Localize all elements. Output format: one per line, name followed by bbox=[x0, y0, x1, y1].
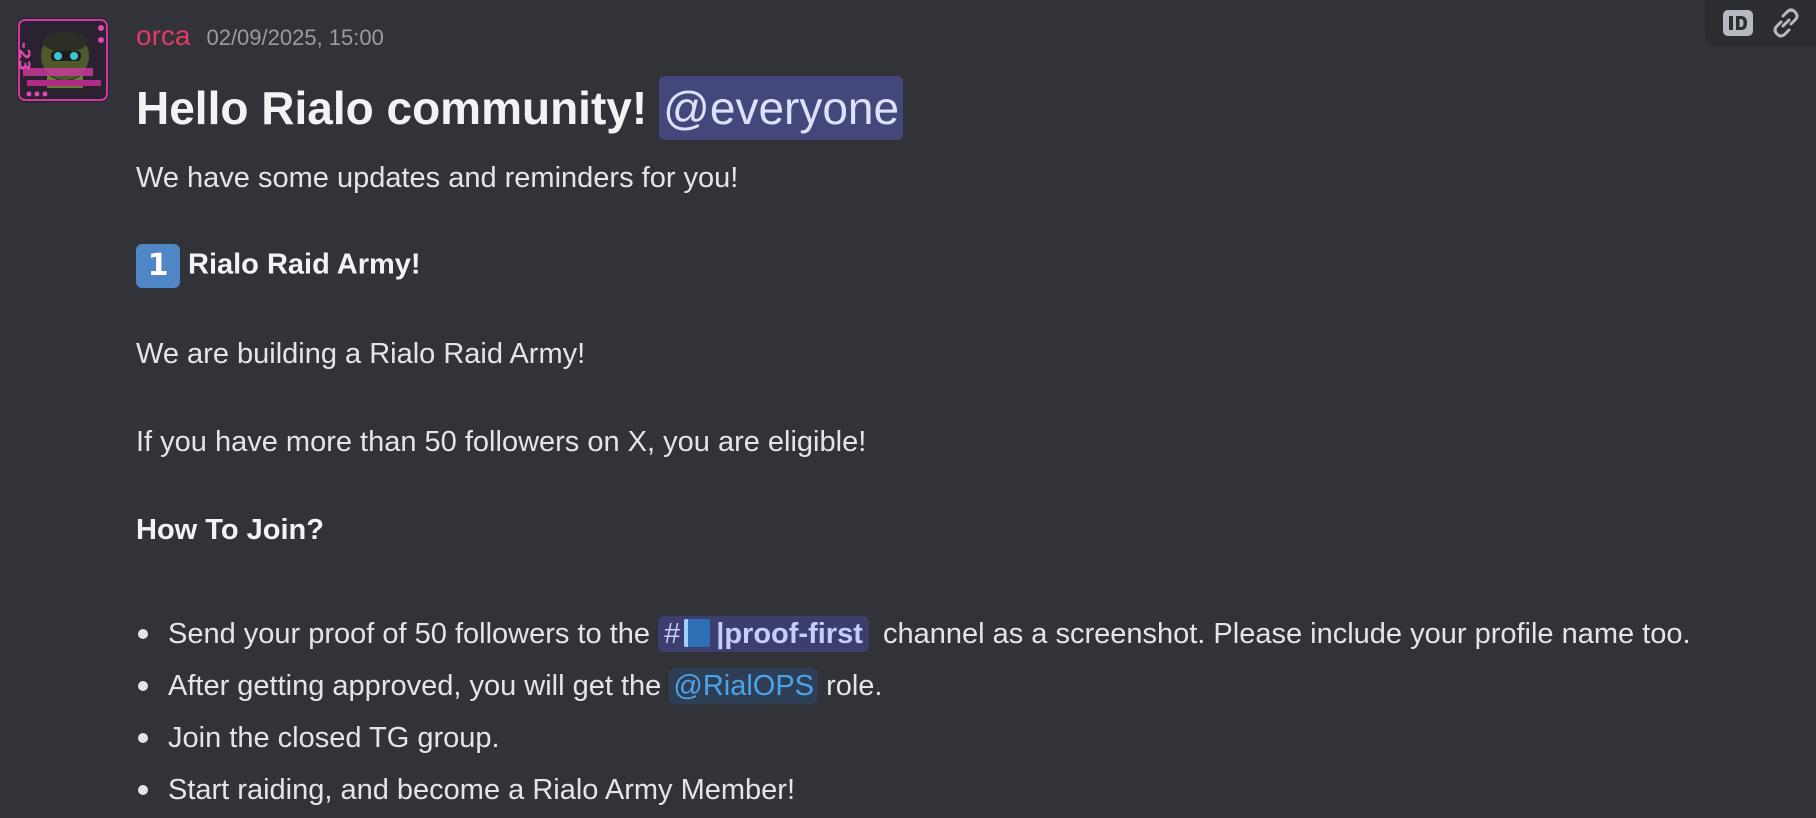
everyone-mention[interactable]: @everyone bbox=[659, 76, 904, 140]
book-icon bbox=[684, 619, 711, 647]
how-to-join-heading: How To Join? bbox=[136, 514, 324, 546]
bullet-dot bbox=[138, 733, 148, 743]
list-item-text: role. bbox=[826, 670, 883, 702]
list-item-text: Join the closed TG group. bbox=[168, 722, 500, 754]
section-heading: 1 Rialo Raid Army! bbox=[136, 244, 421, 288]
list-item: Send your proof of 50 followers to the #… bbox=[136, 608, 1691, 660]
message-timestamp[interactable]: 02/09/2025, 15:00 bbox=[206, 25, 383, 51]
list-item-text: Send your proof of 50 followers to the bbox=[168, 618, 651, 650]
channel-name: |proof-first bbox=[716, 618, 863, 650]
list-item-text: Start raiding, and become a Rialo Army M… bbox=[168, 774, 795, 806]
bullet-dot bbox=[138, 629, 148, 639]
join-steps-list: Send your proof of 50 followers to the #… bbox=[136, 608, 1691, 816]
message-heading: Hello Rialo community! @everyone bbox=[136, 76, 904, 140]
paragraph-raid-army: We are building a Rialo Raid Army! bbox=[136, 338, 586, 370]
heading-text: Hello Rialo community! bbox=[136, 82, 648, 134]
message-content: orca 02/09/2025, 15:00 Hello Rialo commu… bbox=[136, 20, 1806, 806]
list-item: Join the closed TG group. bbox=[136, 712, 1691, 764]
username[interactable]: orca bbox=[136, 20, 190, 52]
hash-icon: # bbox=[664, 618, 681, 650]
list-item-text: channel as a screenshot. Please include … bbox=[882, 618, 1691, 650]
list-item: After getting approved, you will get the… bbox=[136, 660, 1691, 712]
bullet-dot bbox=[138, 785, 148, 795]
chat-message: -23 orca 02/09/2025, 15:00 Hello Rialo c… bbox=[0, 0, 1816, 818]
list-item-text: After getting approved, you will get the bbox=[168, 670, 662, 702]
message-header: orca 02/09/2025, 15:00 bbox=[136, 20, 1806, 60]
role-mention-rialops[interactable]: @RialOPS bbox=[669, 668, 819, 704]
keycap-one-icon: 1 bbox=[136, 244, 180, 288]
svg-text:-23: -23 bbox=[17, 42, 34, 71]
list-item: Start raiding, and become a Rialo Army M… bbox=[136, 764, 1691, 816]
user-avatar[interactable]: -23 bbox=[17, 18, 109, 102]
avatar-image: -23 bbox=[17, 18, 109, 102]
section-title: Rialo Raid Army! bbox=[188, 248, 421, 281]
paragraph-eligibility: If you have more than 50 followers on X,… bbox=[136, 426, 867, 458]
channel-mention-proof-first[interactable]: # |proof-first bbox=[658, 616, 869, 652]
intro-text: We have some updates and reminders for y… bbox=[136, 162, 739, 194]
bullet-dot bbox=[138, 681, 148, 691]
